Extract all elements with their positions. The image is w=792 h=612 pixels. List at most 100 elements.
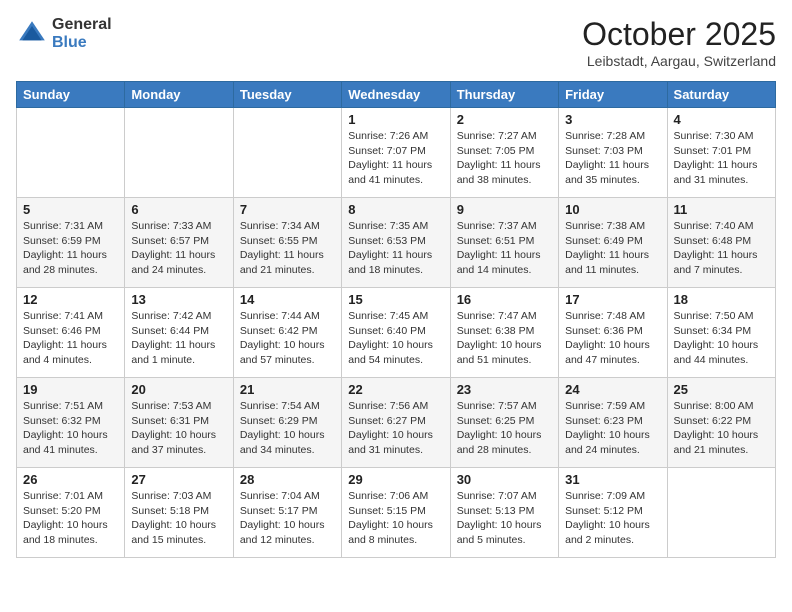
day-info: Sunrise: 7:54 AM Sunset: 6:29 PM Dayligh… [240, 399, 335, 458]
calendar-cell [125, 108, 233, 198]
calendar-cell: 1 Sunrise: 7:26 AM Sunset: 7:07 PM Daylig… [342, 108, 450, 198]
calendar-cell: 25 Sunrise: 8:00 AM Sunset: 6:22 PM Dayli… [667, 378, 775, 468]
day-number: 27 [131, 472, 226, 487]
day-info: Sunrise: 7:26 AM Sunset: 7:07 PM Dayligh… [348, 129, 443, 188]
day-info: Sunrise: 7:38 AM Sunset: 6:49 PM Dayligh… [565, 219, 660, 278]
logo-icon [16, 18, 48, 50]
day-number: 4 [674, 112, 769, 127]
day-info: Sunrise: 7:03 AM Sunset: 5:18 PM Dayligh… [131, 489, 226, 548]
calendar-cell: 22 Sunrise: 7:56 AM Sunset: 6:27 PM Dayli… [342, 378, 450, 468]
calendar-cell: 17Sunrise: 7:48 AM Sunset: 6:36 PM Dayli… [559, 288, 667, 378]
day-info: Sunrise: 7:44 AM Sunset: 6:42 PM Dayligh… [240, 309, 335, 368]
day-of-week-header: Monday [125, 82, 233, 108]
day-number: 1 [348, 112, 443, 127]
calendar-cell: 5 Sunrise: 7:31 AM Sunset: 6:59 PM Daylig… [17, 198, 125, 288]
day-of-week-header: Saturday [667, 82, 775, 108]
calendar-cell [233, 108, 341, 198]
logo-text: General Blue [52, 16, 112, 51]
day-info: Sunrise: 7:01 AM Sunset: 5:20 PM Dayligh… [23, 489, 118, 548]
day-info: Sunrise: 7:35 AM Sunset: 6:53 PM Dayligh… [348, 219, 443, 278]
calendar-cell: 3 Sunrise: 7:28 AM Sunset: 7:03 PM Daylig… [559, 108, 667, 198]
day-info: Sunrise: 7:50 AM Sunset: 6:34 PM Dayligh… [674, 309, 769, 368]
day-number: 10 [565, 202, 660, 217]
day-info: Sunrise: 7:57 AM Sunset: 6:25 PM Dayligh… [457, 399, 552, 458]
day-info: Sunrise: 7:28 AM Sunset: 7:03 PM Dayligh… [565, 129, 660, 188]
day-info: Sunrise: 7:34 AM Sunset: 6:55 PM Dayligh… [240, 219, 335, 278]
page-header: General Blue October 2025 Leibstadt, Aar… [16, 16, 776, 69]
day-info: Sunrise: 7:33 AM Sunset: 6:57 PM Dayligh… [131, 219, 226, 278]
day-number: 2 [457, 112, 552, 127]
calendar-cell: 15 Sunrise: 7:45 AM Sunset: 6:40 PM Dayli… [342, 288, 450, 378]
day-number: 16 [457, 292, 552, 307]
calendar-cell: 10 Sunrise: 7:38 AM Sunset: 6:49 PM Dayli… [559, 198, 667, 288]
day-number: 26 [23, 472, 118, 487]
day-info: Sunrise: 7:07 AM Sunset: 5:13 PM Dayligh… [457, 489, 552, 548]
calendar-cell: 19Sunrise: 7:51 AM Sunset: 6:32 PM Dayli… [17, 378, 125, 468]
day-number: 22 [348, 382, 443, 397]
day-info: Sunrise: 7:04 AM Sunset: 5:17 PM Dayligh… [240, 489, 335, 548]
day-info: Sunrise: 7:06 AM Sunset: 5:15 PM Dayligh… [348, 489, 443, 548]
day-number: 31 [565, 472, 660, 487]
calendar-cell: 11Sunrise: 7:40 AM Sunset: 6:48 PM Dayli… [667, 198, 775, 288]
calendar-cell: 12Sunrise: 7:41 AM Sunset: 6:46 PM Dayli… [17, 288, 125, 378]
calendar-cell: 28 Sunrise: 7:04 AM Sunset: 5:17 PM Dayli… [233, 468, 341, 558]
day-info: Sunrise: 7:27 AM Sunset: 7:05 PM Dayligh… [457, 129, 552, 188]
calendar-cell: 14Sunrise: 7:44 AM Sunset: 6:42 PM Dayli… [233, 288, 341, 378]
day-of-week-header: Friday [559, 82, 667, 108]
day-of-week-header: Sunday [17, 82, 125, 108]
calendar-cell: 21 Sunrise: 7:54 AM Sunset: 6:29 PM Dayli… [233, 378, 341, 468]
day-info: Sunrise: 7:45 AM Sunset: 6:40 PM Dayligh… [348, 309, 443, 368]
calendar-cell: 16 Sunrise: 7:47 AM Sunset: 6:38 PM Dayli… [450, 288, 558, 378]
calendar-table: SundayMondayTuesdayWednesdayThursdayFrid… [16, 81, 776, 558]
calendar-cell: 30 Sunrise: 7:07 AM Sunset: 5:13 PM Dayli… [450, 468, 558, 558]
day-number: 8 [348, 202, 443, 217]
day-number: 25 [674, 382, 769, 397]
calendar-week-row: 12Sunrise: 7:41 AM Sunset: 6:46 PM Dayli… [17, 288, 776, 378]
calendar-cell: 27 Sunrise: 7:03 AM Sunset: 5:18 PM Dayli… [125, 468, 233, 558]
calendar-cell [17, 108, 125, 198]
logo-general-text: General [52, 16, 112, 34]
calendar-cell: 26 Sunrise: 7:01 AM Sunset: 5:20 PM Dayli… [17, 468, 125, 558]
day-info: Sunrise: 7:48 AM Sunset: 6:36 PM Dayligh… [565, 309, 660, 368]
calendar-week-row: 19Sunrise: 7:51 AM Sunset: 6:32 PM Dayli… [17, 378, 776, 468]
day-number: 3 [565, 112, 660, 127]
calendar-cell: 8 Sunrise: 7:35 AM Sunset: 6:53 PM Daylig… [342, 198, 450, 288]
day-number: 24 [565, 382, 660, 397]
day-number: 21 [240, 382, 335, 397]
calendar-week-row: 1 Sunrise: 7:26 AM Sunset: 7:07 PM Daylig… [17, 108, 776, 198]
title-area: October 2025 Leibstadt, Aargau, Switzerl… [582, 16, 776, 69]
day-number: 15 [348, 292, 443, 307]
day-info: Sunrise: 7:30 AM Sunset: 7:01 PM Dayligh… [674, 129, 769, 188]
day-number: 13 [131, 292, 226, 307]
calendar-cell: 29Sunrise: 7:06 AM Sunset: 5:15 PM Dayli… [342, 468, 450, 558]
calendar-cell: 13Sunrise: 7:42 AM Sunset: 6:44 PM Dayli… [125, 288, 233, 378]
day-info: Sunrise: 7:59 AM Sunset: 6:23 PM Dayligh… [565, 399, 660, 458]
day-info: Sunrise: 7:40 AM Sunset: 6:48 PM Dayligh… [674, 219, 769, 278]
month-title: October 2025 [582, 16, 776, 53]
calendar-cell: 20Sunrise: 7:53 AM Sunset: 6:31 PM Dayli… [125, 378, 233, 468]
day-info: Sunrise: 8:00 AM Sunset: 6:22 PM Dayligh… [674, 399, 769, 458]
calendar-header-row: SundayMondayTuesdayWednesdayThursdayFrid… [17, 82, 776, 108]
day-number: 7 [240, 202, 335, 217]
calendar-cell [667, 468, 775, 558]
calendar-cell: 9Sunrise: 7:37 AM Sunset: 6:51 PM Daylig… [450, 198, 558, 288]
day-of-week-header: Thursday [450, 82, 558, 108]
day-info: Sunrise: 7:31 AM Sunset: 6:59 PM Dayligh… [23, 219, 118, 278]
day-number: 12 [23, 292, 118, 307]
day-number: 6 [131, 202, 226, 217]
day-info: Sunrise: 7:53 AM Sunset: 6:31 PM Dayligh… [131, 399, 226, 458]
day-info: Sunrise: 7:47 AM Sunset: 6:38 PM Dayligh… [457, 309, 552, 368]
day-number: 23 [457, 382, 552, 397]
calendar-week-row: 5 Sunrise: 7:31 AM Sunset: 6:59 PM Daylig… [17, 198, 776, 288]
day-number: 5 [23, 202, 118, 217]
calendar-cell: 6 Sunrise: 7:33 AM Sunset: 6:57 PM Daylig… [125, 198, 233, 288]
day-number: 18 [674, 292, 769, 307]
day-info: Sunrise: 7:56 AM Sunset: 6:27 PM Dayligh… [348, 399, 443, 458]
day-info: Sunrise: 7:51 AM Sunset: 6:32 PM Dayligh… [23, 399, 118, 458]
calendar-cell: 24 Sunrise: 7:59 AM Sunset: 6:23 PM Dayli… [559, 378, 667, 468]
logo-blue-text: Blue [52, 34, 112, 52]
day-number: 28 [240, 472, 335, 487]
day-number: 30 [457, 472, 552, 487]
day-of-week-header: Tuesday [233, 82, 341, 108]
calendar-cell: 7 Sunrise: 7:34 AM Sunset: 6:55 PM Daylig… [233, 198, 341, 288]
